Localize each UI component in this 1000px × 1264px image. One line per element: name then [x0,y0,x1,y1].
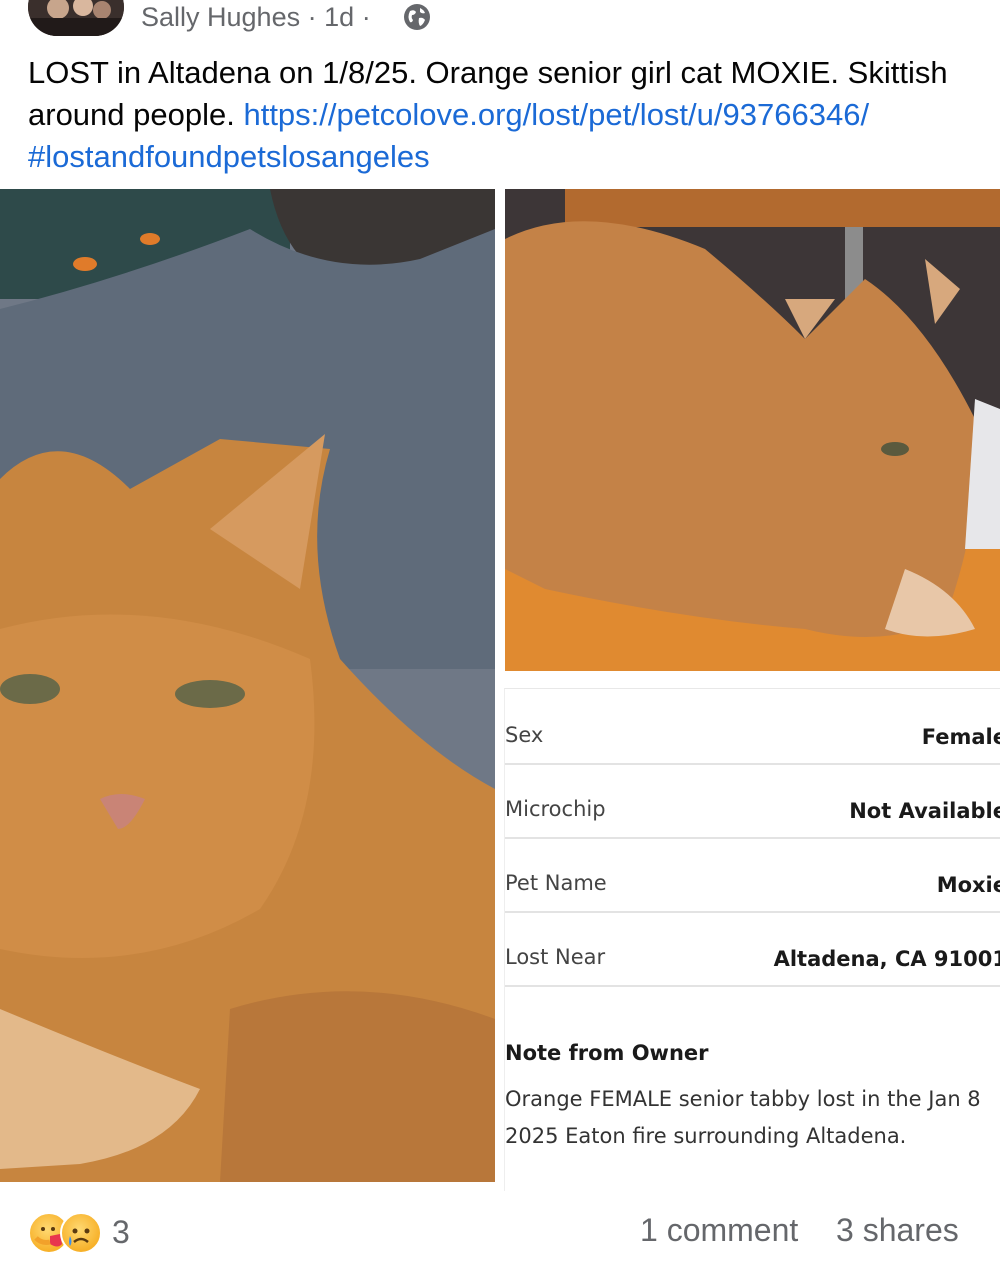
meta-separator: · [361,2,371,32]
pet-info-card: Sex Female Microchip Not Available Pet N… [504,688,1000,1191]
info-value: Moxie [936,873,1000,897]
reaction-count: 3 [112,1214,130,1250]
info-row-lost-near: Lost Near Altadena, CA 91001 [505,911,1000,987]
note-body: Orange FEMALE senior tabby lost in the J… [505,1081,1000,1155]
pet-link[interactable]: https://petcolove.org/lost/pet/lost/u/93… [243,97,869,132]
info-label: Sex [505,723,544,747]
sad-reaction-icon [60,1212,102,1254]
info-row-pet-name: Pet Name Moxie [505,837,1000,913]
post-footer: 3 1 comment 3 shares [0,1196,1000,1264]
author-avatar[interactable] [28,0,124,36]
info-label: Lost Near [505,945,606,969]
note-title: Note from Owner [505,1041,709,1065]
post-meta: Sally Hughes · 1d · [141,2,371,33]
note-line: Orange FEMALE senior tabby lost in the J… [505,1087,981,1111]
info-value: Female [921,725,1000,749]
post-time[interactable]: 1d [324,2,354,32]
info-value: Not Available [849,799,1000,823]
globe-icon [404,4,430,30]
cat-photo-with-owner[interactable] [0,189,495,1182]
comments-count-link[interactable]: 1 comment [640,1212,798,1249]
shares-count-link[interactable]: 3 shares [836,1212,959,1249]
info-label: Pet Name [505,871,607,895]
hashtag-link[interactable]: #lostandfoundpetslosangeles [28,139,430,174]
cat-photo-on-desk[interactable] [505,189,1000,671]
note-line: 2025 Eaton fire surrounding Altadena. [505,1124,907,1148]
info-row-microchip: Microchip Not Available [505,763,1000,839]
info-label: Microchip [505,797,606,821]
meta-separator: · [307,2,317,32]
post-header: Sally Hughes · 1d · [0,0,1000,44]
info-row-sex: Sex Female [505,689,1000,765]
info-value: Altadena, CA 91001 [773,947,1000,971]
author-name[interactable]: Sally Hughes [141,2,300,32]
post-body: LOST in Altadena on 1/8/25. Orange senio… [28,52,978,178]
